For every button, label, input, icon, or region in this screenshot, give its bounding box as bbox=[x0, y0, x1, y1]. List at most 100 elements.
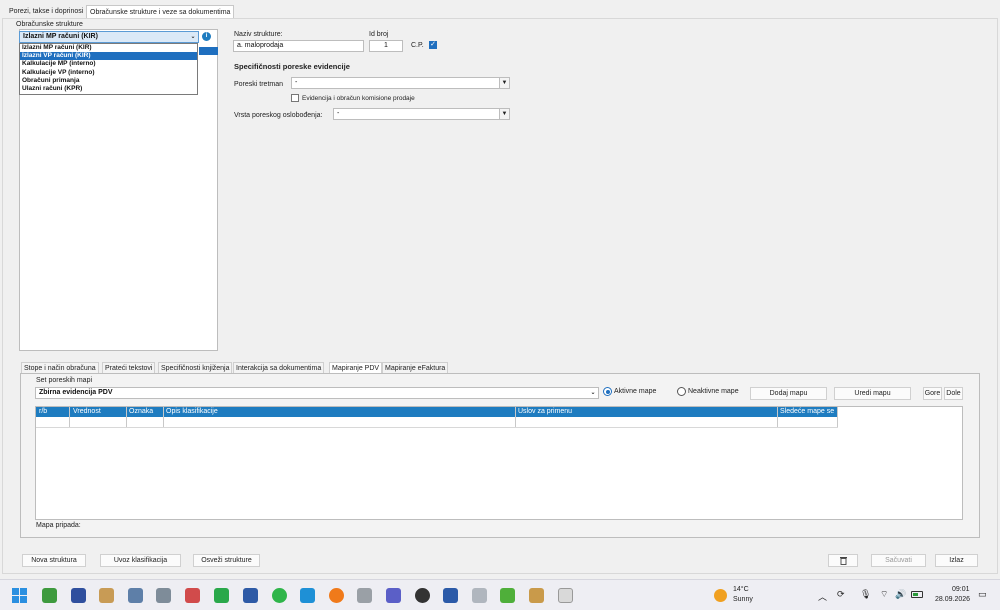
col-rb[interactable]: r/b bbox=[39, 408, 47, 415]
col-opis[interactable]: Opis klasifikacije bbox=[166, 408, 218, 415]
vrsta-label: Vrsta poreskog oslobođenja: bbox=[234, 112, 323, 119]
save-button[interactable]: Sačuvati bbox=[871, 554, 926, 567]
radio-active-label: Aktivne mape bbox=[614, 388, 657, 395]
app-icon[interactable] bbox=[156, 588, 171, 603]
cp-label: C.P. bbox=[411, 42, 424, 49]
app-icon[interactable] bbox=[214, 588, 229, 603]
tab-stope[interactable]: Stope i način obračuna bbox=[21, 362, 99, 373]
evidencija-label: Evidencija i obračun komisione prodaje bbox=[302, 95, 415, 102]
refresh-structures-button[interactable]: Osveži strukture bbox=[193, 554, 260, 567]
save-disk-icon[interactable] bbox=[71, 588, 86, 603]
tab-interakcija[interactable]: Interakcija sa dokumentima bbox=[233, 362, 325, 373]
structure-dropdown-list[interactable]: Izlazni MP računi (KIR) Izlazni VP račun… bbox=[19, 43, 198, 95]
import-classifications-button[interactable]: Uvoz klasifikacija bbox=[100, 554, 181, 567]
tab-obracunske-strukture[interactable]: Obračunske strukture i veze sa dokumenti… bbox=[86, 5, 235, 18]
col-vrednost[interactable]: Vrednost bbox=[73, 408, 101, 415]
id-input[interactable]: 1 bbox=[369, 40, 403, 52]
chevron-down-icon[interactable]: ⌄ bbox=[588, 388, 598, 398]
clock-time[interactable]: 09:01 bbox=[952, 586, 970, 593]
app-excel-icon[interactable] bbox=[42, 588, 57, 603]
dropdown-arrow-icon[interactable]: ▼ bbox=[499, 109, 509, 119]
app-icon[interactable] bbox=[185, 588, 200, 603]
structure-combo[interactable]: Izlazni MP računi (KIR) ⌄ bbox=[19, 31, 199, 43]
list-item[interactable]: Izlazni MP računi (KIR) bbox=[20, 44, 197, 52]
battery-icon[interactable] bbox=[911, 591, 923, 598]
radio-active[interactable] bbox=[603, 387, 612, 396]
list-item[interactable]: Obračuni primanja bbox=[20, 77, 197, 85]
app-icon[interactable] bbox=[243, 588, 258, 603]
chevron-down-icon[interactable]: ⌄ bbox=[188, 32, 198, 42]
exit-button[interactable]: Izlaz bbox=[935, 554, 978, 567]
app-icon[interactable] bbox=[128, 588, 143, 603]
app-icon[interactable] bbox=[443, 588, 458, 603]
app-icon[interactable] bbox=[500, 588, 515, 603]
clock-date[interactable]: 28.09.2026 bbox=[935, 596, 970, 603]
volume-icon[interactable]: 🔊 bbox=[895, 589, 906, 600]
taskbar: 14°C Sunny ︿ ⟳ 🎙 ⌔ 🔊 09:01 28.09.2026 ▭ bbox=[0, 579, 1000, 610]
poreski-tretman-select[interactable]: - ▼ bbox=[291, 77, 510, 89]
app-icon[interactable] bbox=[99, 588, 114, 603]
grid-header: r/b Vrednost Oznaka Opis klasifikacije U… bbox=[36, 407, 838, 417]
down-button[interactable]: Dole bbox=[944, 387, 963, 400]
tools-icon[interactable] bbox=[357, 588, 372, 603]
weather-temp[interactable]: 14°C bbox=[733, 586, 749, 593]
info-icon[interactable]: i bbox=[202, 32, 211, 41]
tab-porezi[interactable]: Porezi, takse i doprinosi bbox=[6, 5, 86, 18]
vrsta-select[interactable]: - ▼ bbox=[333, 108, 510, 120]
grid-separator bbox=[69, 407, 70, 427]
radio-inactive[interactable] bbox=[677, 387, 686, 396]
naziv-input[interactable]: a. maloprodaja bbox=[233, 40, 364, 52]
sync-icon[interactable]: ⟳ bbox=[837, 589, 845, 600]
grid-separator bbox=[515, 407, 516, 427]
grid-separator bbox=[837, 407, 838, 427]
teams-icon[interactable] bbox=[386, 588, 401, 603]
section-title: Specifičnosti poreske evidencije bbox=[234, 62, 350, 71]
grid-row-line bbox=[36, 427, 838, 428]
tab-specificnosti-knjizenja[interactable]: Specifičnosti knjiženja bbox=[158, 362, 233, 373]
app-icon[interactable] bbox=[415, 588, 430, 603]
new-structure-button[interactable]: Nova struktura bbox=[22, 554, 86, 567]
grid-separator bbox=[777, 407, 778, 427]
windows-start-icon[interactable] bbox=[12, 588, 27, 603]
mapa-pripada-label: Mapa pripada: bbox=[36, 522, 81, 529]
notification-icon[interactable]: ▭ bbox=[978, 589, 987, 600]
id-label: Id broj bbox=[369, 31, 389, 38]
chevron-up-icon[interactable]: ︿ bbox=[818, 590, 827, 603]
battery-level bbox=[913, 593, 918, 596]
app-icon[interactable] bbox=[558, 588, 573, 603]
dropdown-arrow-icon[interactable]: ▼ bbox=[499, 78, 509, 88]
col-sledece[interactable]: Sledeće mape se bbox=[780, 408, 834, 415]
set-value: Zbirna evidencija PDV bbox=[39, 389, 113, 396]
app-icon[interactable] bbox=[529, 588, 544, 603]
col-oznaka[interactable]: Oznaka bbox=[129, 408, 153, 415]
weather-desc[interactable]: Sunny bbox=[733, 596, 753, 603]
list-item[interactable]: Izlazni VP računi (KIR) bbox=[20, 52, 197, 61]
set-select[interactable]: Zbirna evidencija PDV ⌄ bbox=[35, 387, 599, 399]
poreski-tretman-value: - bbox=[295, 79, 298, 86]
trash-button[interactable] bbox=[828, 554, 858, 567]
tab-prateci-tekstovi[interactable]: Prateći tekstovi bbox=[102, 362, 156, 373]
col-uslov[interactable]: Uslov za primenu bbox=[518, 408, 572, 415]
map-grid[interactable] bbox=[35, 406, 963, 520]
wifi-icon[interactable]: ⌔ bbox=[880, 589, 888, 600]
list-item[interactable]: Kalkulacije MP (interno) bbox=[20, 60, 197, 68]
microphone-icon[interactable]: 🎙 bbox=[860, 589, 871, 600]
app-icon[interactable] bbox=[300, 588, 315, 603]
app-icon[interactable] bbox=[472, 588, 487, 603]
list-item[interactable]: Kalkulacije VP (interno) bbox=[20, 69, 197, 77]
tab-mapiranje-pdv[interactable]: Mapiranje PDV bbox=[329, 362, 383, 373]
tab-mapiranje-efaktura[interactable]: Mapiranje eFaktura bbox=[382, 362, 449, 373]
add-map-button[interactable]: Dodaj mapu bbox=[750, 387, 827, 400]
evidencija-checkbox[interactable] bbox=[291, 94, 299, 102]
cp-checkbox[interactable]: ✓ bbox=[429, 41, 437, 49]
weather-sun-icon[interactable] bbox=[714, 589, 727, 602]
structure-combo-value: Izlazni MP računi (KIR) bbox=[23, 33, 98, 40]
radio-active-dot bbox=[605, 389, 610, 394]
firefox-icon[interactable] bbox=[329, 588, 344, 603]
list-selection-strip bbox=[199, 47, 218, 55]
edit-map-button[interactable]: Uredi mapu bbox=[834, 387, 911, 400]
list-item[interactable]: Ulazni računi (KPR) bbox=[20, 85, 197, 93]
chat-icon[interactable] bbox=[272, 588, 287, 603]
up-button[interactable]: Gore bbox=[923, 387, 942, 400]
poreski-tretman-label: Poreski tretman bbox=[234, 81, 284, 88]
